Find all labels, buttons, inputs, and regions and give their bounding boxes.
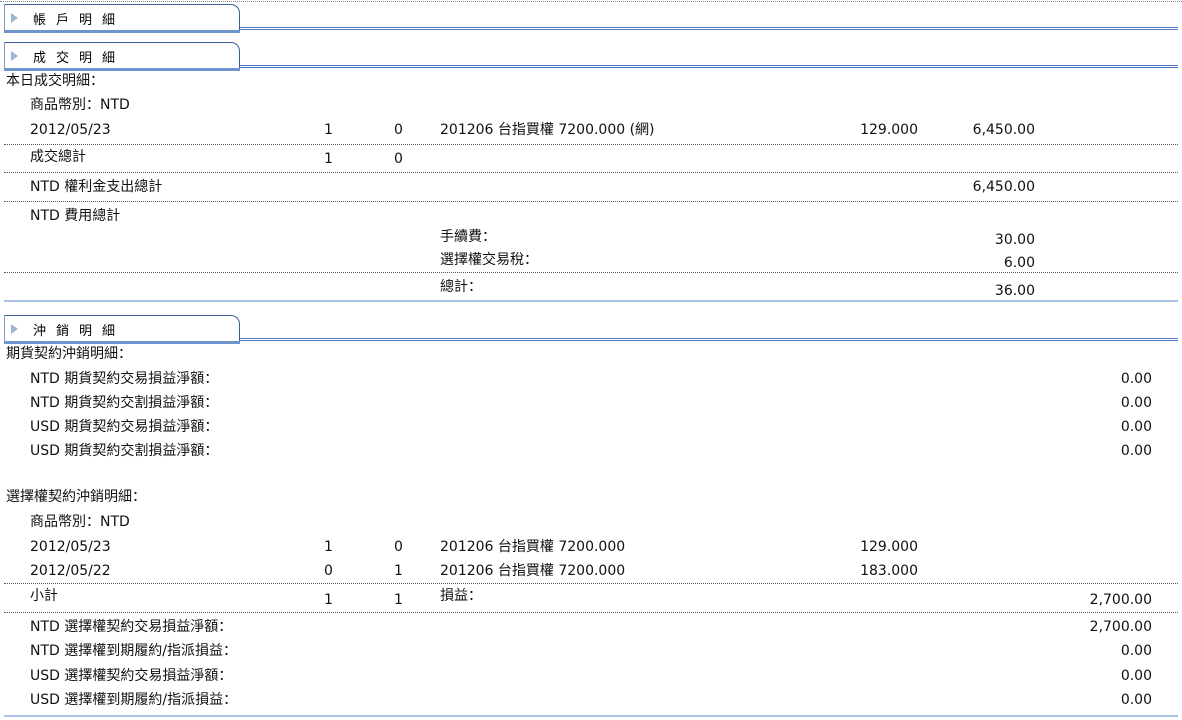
option-row-sell: 1 — [394, 563, 403, 579]
tab-underline — [4, 68, 240, 71]
trade-total-sell: 0 — [394, 151, 403, 167]
triangle-icon — [11, 51, 18, 61]
section-title: 成交明細 — [33, 51, 126, 66]
option-row-buy: 1 — [324, 539, 333, 555]
trade-date: 2012/05/23 — [30, 122, 111, 138]
divider — [4, 172, 1178, 173]
options-item-label: NTD 選擇權契約交易損益淨額： — [30, 619, 233, 635]
futures-item-value: 0.00 — [1120, 443, 1152, 459]
futures-item-label: NTD 期貨契約交割損益淨額： — [30, 395, 219, 411]
top-rule — [0, 1, 1182, 2]
tab-underline — [4, 341, 240, 344]
commission-value: 30.00 — [994, 232, 1035, 248]
subtotal-buy: 1 — [324, 592, 333, 608]
futures-item-value: 0.00 — [1120, 395, 1152, 411]
options-currency-label: 商品幣別：NTD — [30, 514, 130, 530]
trade-product: 201206 台指買權 7200.000 (網) — [440, 122, 655, 138]
option-tax-label: 選擇權交易稅： — [440, 252, 538, 268]
option-row-price: 129.000 — [860, 539, 918, 555]
section-end-rule — [4, 300, 1178, 302]
trade-total-label: 成交總計 — [30, 149, 86, 165]
triangle-icon — [11, 324, 18, 334]
premium-total-amount: 6,450.00 — [972, 179, 1035, 195]
section-account-header[interactable]: 帳戶明細 — [4, 4, 1178, 33]
section-title: 沖銷明細 — [33, 324, 126, 339]
subtotal-label: 小計 — [30, 588, 58, 604]
futures-item-label: USD 期貨契約交割損益淨額： — [30, 443, 219, 459]
section-end-rule — [4, 715, 1178, 717]
option-row-date: 2012/05/23 — [30, 539, 111, 555]
option-row-buy: 0 — [324, 563, 333, 579]
option-tax-value: 6.00 — [1003, 255, 1035, 271]
subtotal-sell: 1 — [394, 592, 403, 608]
option-row-sell: 0 — [394, 539, 403, 555]
option-row-date: 2012/05/22 — [30, 563, 111, 579]
futures-offset-label: 期貨契約沖銷明細： — [6, 346, 132, 362]
triangle-icon — [11, 13, 18, 23]
options-item-label: NTD 選擇權到期履約/指派損益： — [30, 643, 237, 659]
pl-label: 損益： — [440, 588, 482, 604]
divider — [4, 272, 1178, 273]
currency-label: 商品幣別：NTD — [30, 97, 130, 113]
divider — [4, 612, 1178, 613]
tab-underline — [4, 30, 240, 33]
options-item-value: 2,700.00 — [1089, 619, 1152, 635]
fees-sum-value: 36.00 — [994, 283, 1035, 299]
options-item-value: 0.00 — [1120, 692, 1152, 708]
section-rule — [240, 65, 1178, 68]
options-item-value: 0.00 — [1120, 668, 1152, 684]
section-tab[interactable]: 帳戶明細 — [4, 4, 240, 30]
divider — [4, 201, 1178, 202]
futures-item-label: USD 期貨契約交易損益淨額： — [30, 419, 219, 435]
trade-total-buy: 1 — [324, 151, 333, 167]
pl-value: 2,700.00 — [1089, 592, 1152, 608]
trade-amount: 6,450.00 — [972, 122, 1035, 138]
option-row-price: 183.000 — [860, 563, 918, 579]
trade-price: 129.000 — [860, 122, 918, 138]
futures-item-label: NTD 期貨契約交易損益淨額： — [30, 371, 219, 387]
option-row-product: 201206 台指買權 7200.000 — [440, 539, 626, 555]
options-item-label: USD 選擇權到期履約/指派損益： — [30, 692, 238, 708]
section-rule — [240, 338, 1178, 341]
trade-buy: 1 — [324, 122, 333, 138]
section-tab[interactable]: 成交明細 — [4, 42, 240, 68]
fees-sum-label: 總計： — [440, 279, 482, 295]
today-trades-label: 本日成交明細： — [6, 73, 104, 89]
section-tab[interactable]: 沖銷明細 — [4, 315, 240, 341]
section-offset-header[interactable]: 沖銷明細 — [4, 315, 1178, 344]
section-rule — [240, 27, 1178, 30]
section-title: 帳戶明細 — [33, 13, 126, 28]
fees-total-label: NTD 費用總計 — [30, 208, 121, 224]
options-item-label: USD 選擇權契約交易損益淨額： — [30, 668, 233, 684]
divider — [4, 144, 1178, 145]
futures-item-value: 0.00 — [1120, 419, 1152, 435]
divider — [4, 583, 1178, 584]
section-trade-header[interactable]: 成交明細 — [4, 42, 1178, 71]
commission-label: 手續費： — [440, 229, 496, 245]
premium-total-label: NTD 權利金支出總計 — [30, 179, 163, 195]
options-offset-label: 選擇權契約沖銷明細： — [6, 489, 146, 505]
options-item-value: 0.00 — [1120, 643, 1152, 659]
option-row-product: 201206 台指買權 7200.000 — [440, 563, 626, 579]
futures-item-value: 0.00 — [1120, 371, 1152, 387]
trade-sell: 0 — [394, 122, 403, 138]
